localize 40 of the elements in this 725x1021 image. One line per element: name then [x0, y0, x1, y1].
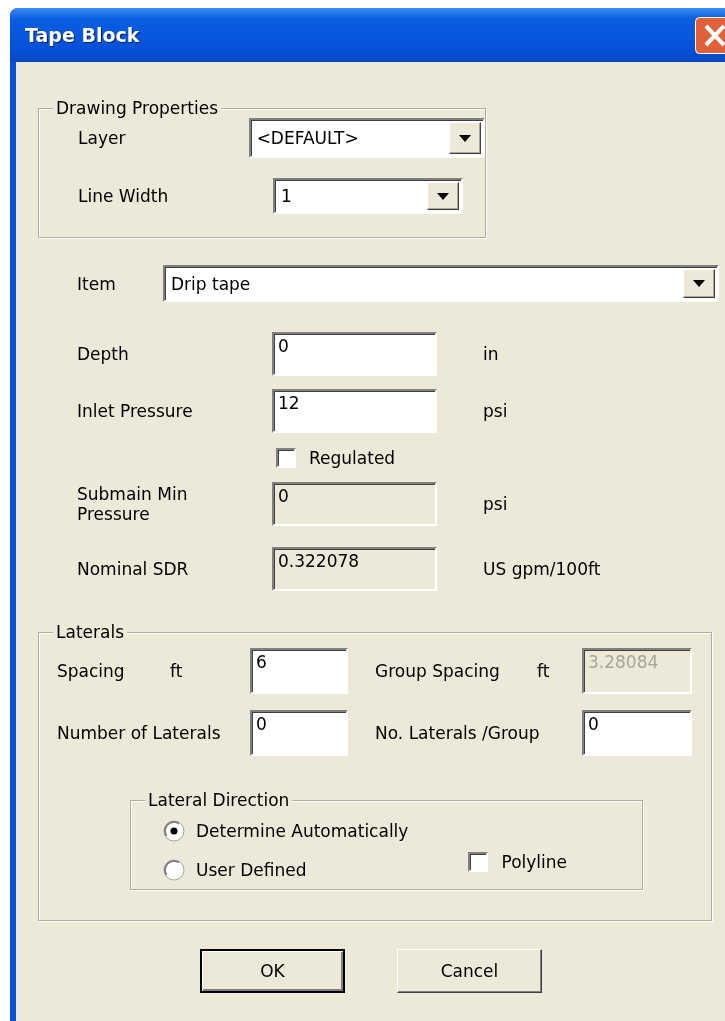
- field-label: Line Width: [78, 186, 170, 206]
- field-label: Inlet Pressure: [77, 401, 194, 421]
- text-field[interactable]: 0: [272, 482, 437, 526]
- unit-label: ft: [537, 661, 550, 681]
- text-field[interactable]: 0: [250, 710, 348, 756]
- unit-label: ft: [170, 661, 183, 681]
- field-label: Depth: [77, 344, 130, 364]
- field-label: Layer: [78, 128, 127, 148]
- unit-label: in: [483, 344, 499, 364]
- field-label: Item: [77, 273, 117, 294]
- text-field[interactable]: 12: [272, 389, 437, 433]
- text-field[interactable]: 6: [250, 648, 348, 694]
- text-field[interactable]: 0: [582, 710, 692, 756]
- text-field[interactable]: 0: [272, 332, 437, 376]
- field-label: Group Spacing: [375, 661, 501, 681]
- field-label: No. Laterals /Group: [375, 723, 540, 743]
- dialog-button[interactable]: OK: [200, 949, 345, 993]
- radio-label: Determine Automatically: [196, 821, 409, 841]
- checkbox-label: Regulated: [309, 448, 396, 468]
- text-field[interactable]: 0.322078: [272, 547, 437, 591]
- dropdown[interactable]: Drip tape: [163, 265, 719, 302]
- window-title: Tape Block: [25, 24, 140, 46]
- unit-label: psi: [483, 494, 508, 514]
- radio-label: User Defined: [196, 860, 307, 880]
- close-icon[interactable]: [695, 16, 725, 54]
- unit-label: US gpm/100ft: [483, 559, 601, 579]
- group-title: Drawing Properties: [53, 97, 221, 119]
- field-label: Spacing: [57, 661, 126, 681]
- checkbox[interactable]: [468, 852, 489, 872]
- dropdown[interactable]: 1: [273, 178, 463, 214]
- dropdown[interactable]: <DEFAULT>: [248, 118, 485, 158]
- checkbox[interactable]: [276, 448, 296, 468]
- field-label: Submain Min Pressure: [77, 484, 189, 524]
- field-label: Nominal SDR: [77, 559, 190, 579]
- unit-label: psi: [483, 401, 508, 421]
- radio-button[interactable]: [163, 820, 185, 842]
- dialog-button[interactable]: Cancel: [397, 949, 542, 993]
- radio-button[interactable]: [163, 859, 185, 881]
- checkbox-label: Polyline: [501, 852, 567, 872]
- field-label: Number of Laterals: [57, 723, 221, 743]
